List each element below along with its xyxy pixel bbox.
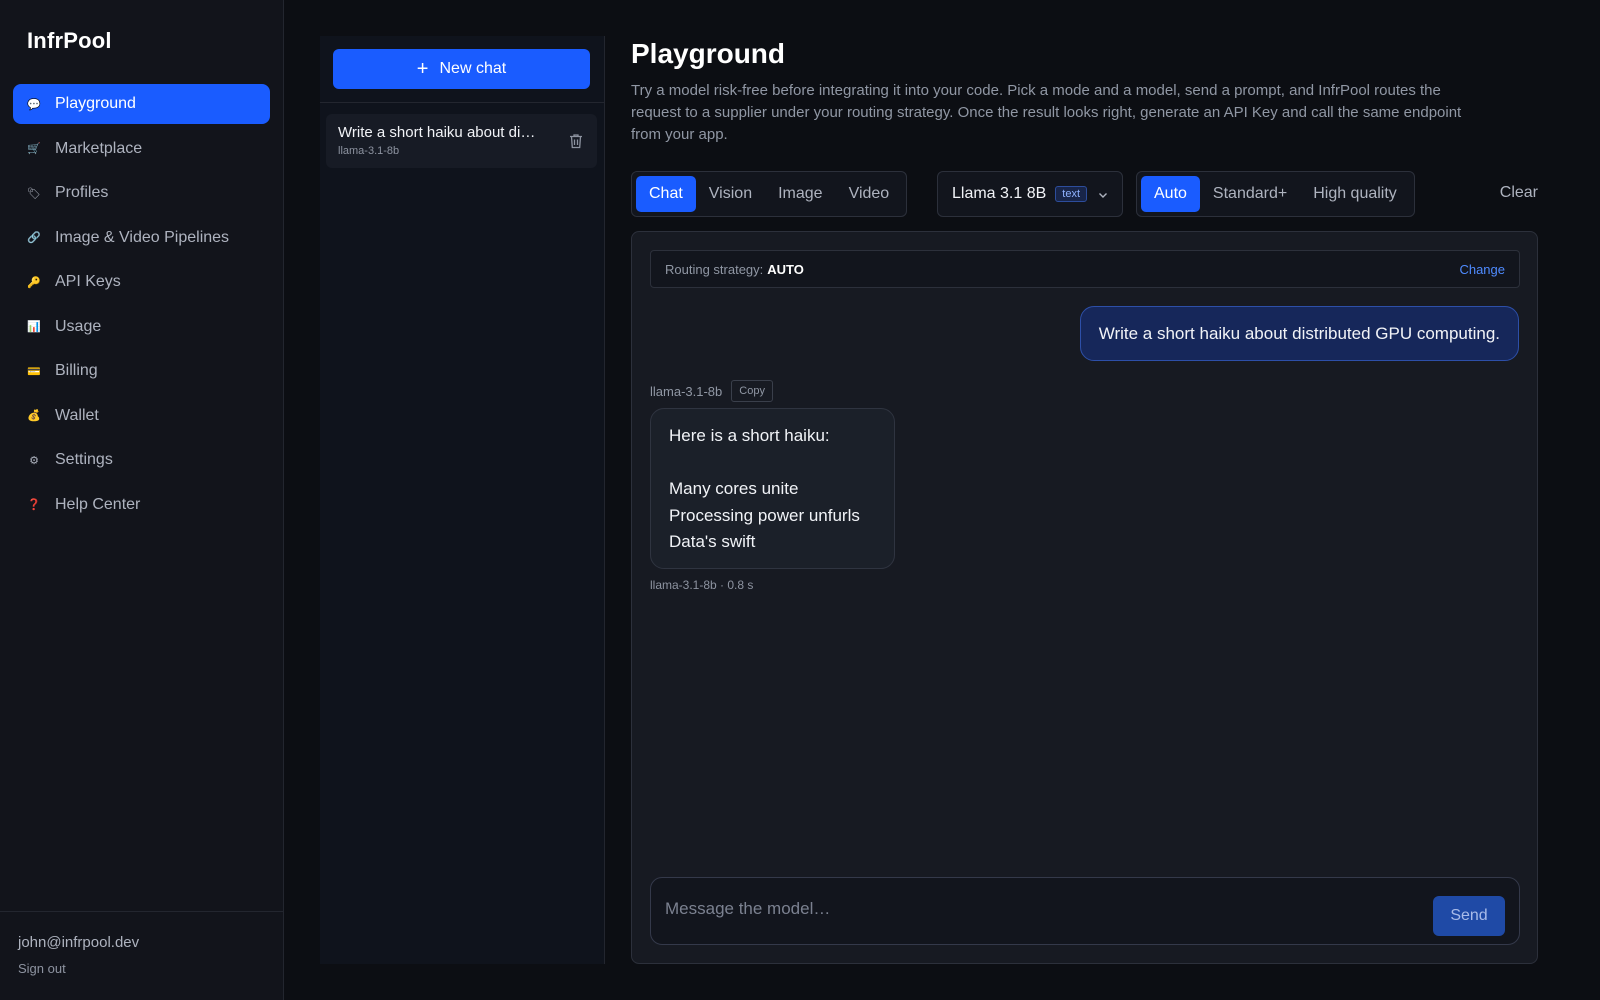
user-email: john@infrpool.dev xyxy=(18,934,140,951)
playground-controls: Chat Vision Image Video Llama 3.1 8B tex… xyxy=(631,171,1538,217)
send-button[interactable]: Send xyxy=(1433,896,1505,936)
money-bag-icon: 💰 xyxy=(27,410,41,422)
sign-out-link[interactable]: Sign out xyxy=(18,961,66,976)
chat-panel: Routing strategy: AUTO Change Write a sh… xyxy=(631,231,1538,964)
response-line: Data's swift xyxy=(669,532,756,551)
key-icon: 🔑 xyxy=(27,276,41,289)
routing-label: Routing strategy: xyxy=(665,261,764,277)
tab-video[interactable]: Video xyxy=(836,176,903,212)
tab-vision[interactable]: Vision xyxy=(696,176,765,212)
chat-history-item[interactable]: Write a short haiku about di… llama-3.1-… xyxy=(326,114,597,168)
sidebar-item-usage[interactable]: 📊 Usage xyxy=(13,307,270,347)
chat-history-title: Write a short haiku about di… xyxy=(338,124,536,141)
bar-chart-icon: 📊 xyxy=(27,321,41,333)
main-content: Playground Try a model risk-free before … xyxy=(631,36,1538,217)
credit-card-icon: 💳 xyxy=(27,365,41,378)
link-icon: 🔗 xyxy=(27,232,41,244)
sidebar-footer: john@infrpool.dev Sign out xyxy=(0,911,283,1000)
model-name: Llama 3.1 8B xyxy=(952,185,1047,202)
mode-tabs: Chat Vision Image Video xyxy=(631,171,908,217)
quality-tabs: Auto Standard+ High quality xyxy=(1136,171,1415,217)
sidebar-item-label: Help Center xyxy=(55,495,141,513)
speech-bubble-icon: 💬 xyxy=(27,98,41,111)
response-model-label: llama-3.1-8b xyxy=(650,383,723,399)
sidebar-item-label: Settings xyxy=(55,451,113,468)
cart-icon: 🛒 xyxy=(27,143,41,155)
clear-button[interactable]: Clear xyxy=(1500,184,1538,202)
tab-image[interactable]: Image xyxy=(765,176,835,212)
sidebar-item-api-keys[interactable]: 🔑 API Keys xyxy=(13,262,270,302)
response-footer: llama-3.1-8b · 0.8 s xyxy=(650,578,754,592)
plus-icon: + xyxy=(416,57,429,80)
sidebar-item-help-center[interactable]: ❓ Help Center xyxy=(13,485,270,525)
sidebar-item-label: Usage xyxy=(55,317,102,335)
gear-icon: ⚙ xyxy=(29,454,39,467)
user-message-bubble: Write a short haiku about distributed GP… xyxy=(1079,306,1519,361)
model-type-badge: text xyxy=(1055,186,1088,202)
sidebar-item-label: Playground xyxy=(55,95,136,112)
chat-history-panel: + New chat Write a short haiku about di…… xyxy=(320,36,605,964)
response-line: Here is a short haiku: xyxy=(669,426,830,445)
question-icon: ❓ xyxy=(27,499,41,511)
change-routing-link[interactable]: Change xyxy=(1459,262,1505,277)
sidebar-item-pipelines[interactable]: 🔗 Image & Video Pipelines xyxy=(13,218,270,258)
response-line xyxy=(669,450,876,477)
copy-button[interactable]: Copy xyxy=(731,380,773,402)
routing-strategy-bar: Routing strategy: AUTO Change xyxy=(650,250,1520,288)
response-line: Many cores unite xyxy=(669,479,799,498)
response-line: Processing power unfurls xyxy=(669,505,860,525)
message-input[interactable] xyxy=(665,878,1405,940)
routing-value: AUTO xyxy=(767,261,804,277)
sidebar-item-label: Profiles xyxy=(55,184,109,201)
trash-icon[interactable] xyxy=(569,133,583,149)
assistant-message-bubble: Here is a short haiku: Many cores unite … xyxy=(650,408,895,569)
page-description: Try a model risk-free before integrating… xyxy=(631,82,1462,143)
sidebar-item-playground[interactable]: 💬 Playground xyxy=(13,84,270,124)
sidebar-item-label: Image & Video Pipelines xyxy=(55,228,230,246)
sidebar-item-label: Billing xyxy=(55,362,98,379)
sidebar-item-label: Marketplace xyxy=(55,139,143,157)
sidebar-item-billing[interactable]: 💳 Billing xyxy=(13,351,270,391)
sidebar: InfrPool 💬 Playground 🛒 Marketplace 🏷 Pr… xyxy=(0,0,284,1000)
sidebar-item-label: API Keys xyxy=(55,273,121,290)
chat-history-model: llama-3.1-8b xyxy=(338,145,400,157)
model-select[interactable]: Llama 3.1 8B text xyxy=(937,171,1123,217)
chevron-down-icon xyxy=(1099,193,1107,198)
sidebar-item-wallet[interactable]: 💰 Wallet xyxy=(13,396,270,436)
quality-standard-plus[interactable]: Standard+ xyxy=(1200,176,1300,212)
sidebar-item-marketplace[interactable]: 🛒 Marketplace xyxy=(13,129,270,169)
quality-auto[interactable]: Auto xyxy=(1141,176,1200,212)
brand-logo: InfrPool xyxy=(27,28,112,53)
sidebar-nav: 💬 Playground 🛒 Marketplace 🏷 Profiles 🔗 … xyxy=(13,84,270,529)
message-composer: Send xyxy=(650,877,1520,945)
quality-high[interactable]: High quality xyxy=(1300,176,1410,212)
divider xyxy=(320,102,604,103)
sidebar-item-label: Wallet xyxy=(55,406,99,424)
tab-chat[interactable]: Chat xyxy=(636,176,696,212)
sidebar-item-profiles[interactable]: 🏷 Profiles xyxy=(13,173,270,213)
new-chat-button[interactable]: + New chat xyxy=(333,49,590,89)
sidebar-item-settings[interactable]: ⚙ Settings xyxy=(13,440,270,480)
page-title: Playground xyxy=(631,38,786,69)
response-meta: llama-3.1-8b Copy xyxy=(650,380,773,402)
new-chat-label: New chat xyxy=(439,60,507,77)
tag-icon: 🏷 xyxy=(27,187,41,200)
